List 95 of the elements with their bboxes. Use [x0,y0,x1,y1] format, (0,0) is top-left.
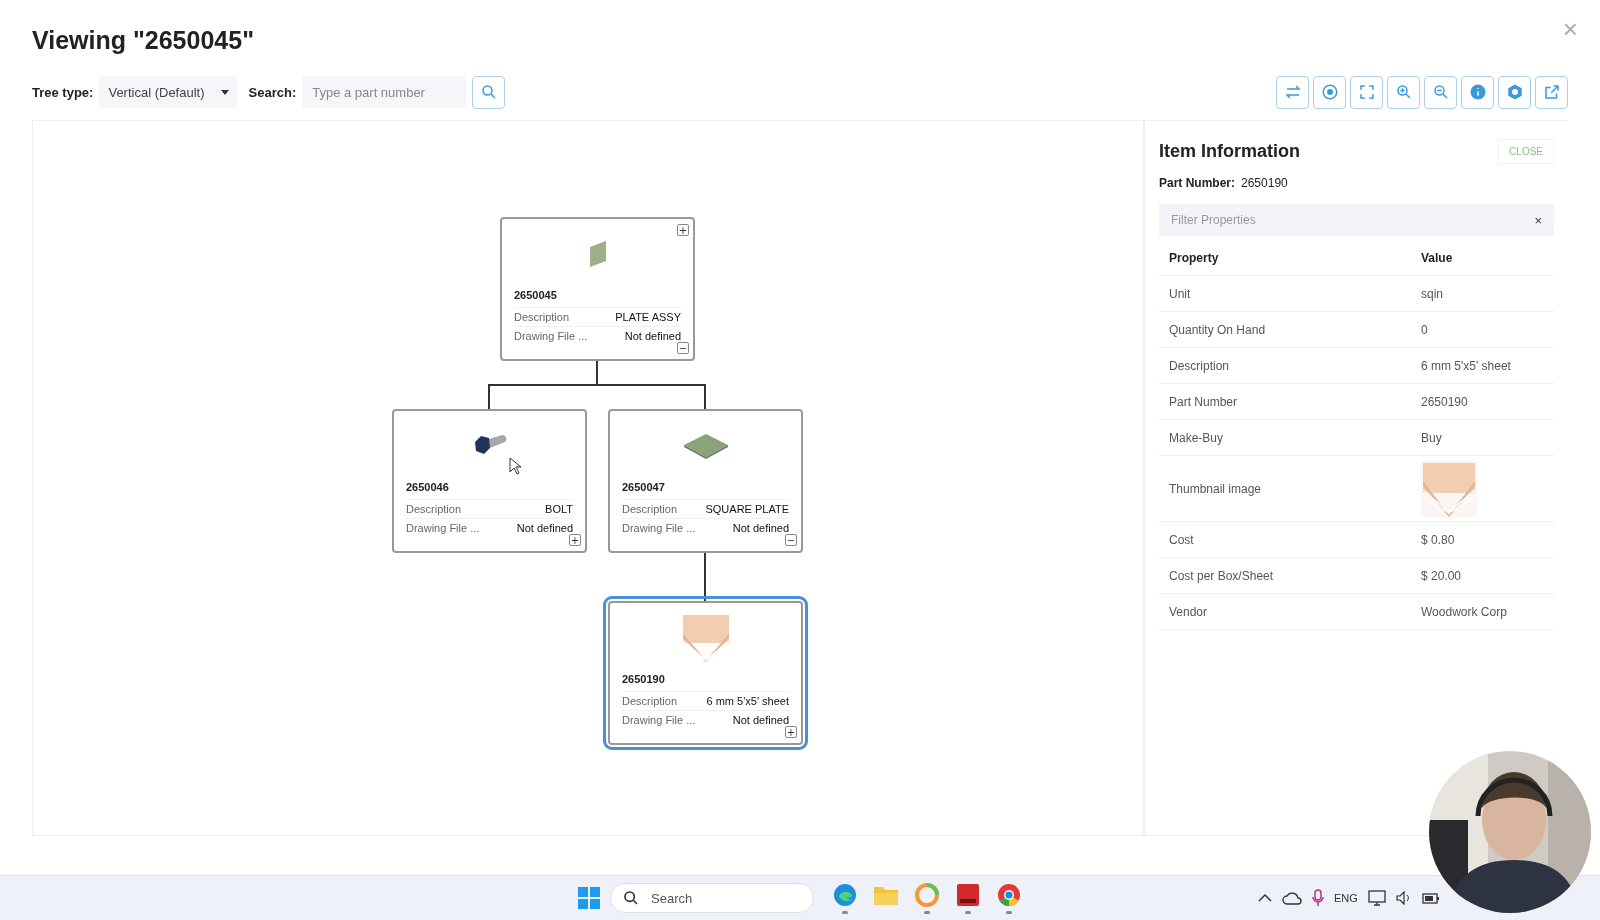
toolbar-button[interactable] [1276,75,1309,109]
property-value: 0 [1421,322,1429,337]
toggle-children-button[interactable]: + [569,534,581,546]
field-label: Description [514,311,570,323]
start-icon[interactable] [578,887,600,909]
swap-arrows-icon [1283,83,1302,101]
part-number-label: Part Number: [1159,176,1235,190]
caret-icon [220,89,229,95]
panel-title: Item Information [1159,141,1300,162]
column-header: Property [1169,250,1220,265]
toolbar-button[interactable] [1461,75,1494,109]
target-icon [1320,83,1339,101]
part-number: 2650190 [622,673,666,687]
tree-type-label: Tree type: [32,84,94,100]
hexagon-icon [1505,83,1524,101]
field-value: Not defined [624,330,681,342]
speaker-icon[interactable] [1395,891,1412,905]
square-plate-icon [682,432,729,460]
panel-part-icon [588,240,607,268]
field-value: SQUARE PLATE [705,503,789,515]
field-value: Not defined [732,522,789,534]
part-node-card[interactable]: 2650046 Description BOLT Drawing File ... Not defined + [392,409,587,553]
battery-icon[interactable] [1421,892,1440,904]
search-icon [623,890,639,906]
field-label: Description [622,503,678,515]
part-node-card[interactable]: + 2650045 Description PLATE ASSY Drawing File ... Not defined − [500,217,695,361]
toggle-children-button[interactable]: − [785,534,797,546]
search-icon [479,83,498,101]
chrome-browser-icon [996,882,1021,907]
property-value: Woodwork Corp [1421,604,1508,619]
sync-app-icon [914,882,939,907]
part-number: 2650045 [514,289,558,303]
property-value: 6 mm 5'x5' sheet [1421,358,1512,373]
part-node-card[interactable]: 2650047 Description SQUARE PLATE Drawing File ... Not defined − [608,409,803,553]
property-name: Description [1169,358,1231,373]
mouse-cursor-icon [509,457,523,475]
field-value: PLATE ASSY [615,311,681,323]
field-value: 6 mm 5'x5' sheet [706,695,789,707]
expand-parent-button[interactable]: + [677,224,689,236]
toolbar-button[interactable] [1350,75,1383,109]
field-value: BOLT [545,503,573,515]
field-label: Drawing File ... [406,522,480,534]
field-label: Drawing File ... [622,522,696,534]
property-name: Make-Buy [1169,430,1225,445]
info-icon [1468,83,1487,101]
property-value: 2650190 [1421,394,1469,409]
field-value: Not defined [732,714,789,726]
property-name: Part Number [1169,394,1239,409]
part-number: 2650047 [622,481,666,495]
plywood-sheets-icon [681,614,730,662]
filter-field[interactable]: Filter Properties × [1159,204,1554,236]
zoom-out-icon [1431,83,1450,101]
part-number-value: 2650190 [1241,176,1288,190]
external-link-icon [1542,83,1561,101]
property-value: $ 0.80 [1421,532,1456,547]
toolbar-button[interactable] [1535,75,1568,109]
property-value: Buy [1421,430,1443,445]
browser-icon [832,882,857,907]
field-label: Description [406,503,462,515]
taskbar-search-bar[interactable]: Search [610,883,814,913]
tree-type-dropdown[interactable]: Vertical (Default) [99,76,237,108]
chevron-up-icon[interactable] [1258,893,1272,903]
part-number: 2650046 [406,481,450,495]
property-name: Vendor [1169,604,1209,619]
property-name: Cost per Box/Sheet [1169,568,1275,583]
search-label: Search: [248,84,297,100]
field-label: Drawing File ... [514,330,588,342]
property-name: Thumbnail image [1169,481,1263,496]
toolbar-button[interactable] [1313,75,1346,109]
toolbar-button[interactable] [1498,75,1531,109]
toggle-children-button[interactable]: − [677,342,689,354]
column-header: Value [1421,250,1454,265]
cloud-icon[interactable] [1282,891,1302,905]
property-name: Quantity On Hand [1169,322,1267,337]
toggle-children-button[interactable]: + [785,726,797,738]
toolbar-button[interactable] [1424,75,1457,109]
field-label: Drawing File ... [622,714,696,726]
part-number-search-field[interactable]: Type a part number [302,76,467,108]
zoom-in-icon [1394,83,1413,101]
fit-screen-icon [1357,83,1376,101]
clear-filter-button[interactable]: × [1532,212,1544,228]
taskbar-search-field[interactable]: Search [649,889,789,907]
language-indicator[interactable]: ENG [1334,892,1358,904]
property-value: sqin [1421,286,1444,301]
field-label: Description [622,695,678,707]
microphone-icon[interactable] [1312,889,1324,907]
cad-app-icon [955,882,980,907]
property-name: Cost [1169,532,1195,547]
property-name: Unit [1169,286,1192,301]
dialog-title: Viewing "2650045" [32,26,255,56]
toolbar-button[interactable] [1387,75,1420,109]
search-button[interactable] [472,75,506,109]
field-value: Not defined [516,522,573,534]
property-value: $ 20.00 [1421,568,1463,583]
monitor-icon[interactable] [1367,890,1386,906]
